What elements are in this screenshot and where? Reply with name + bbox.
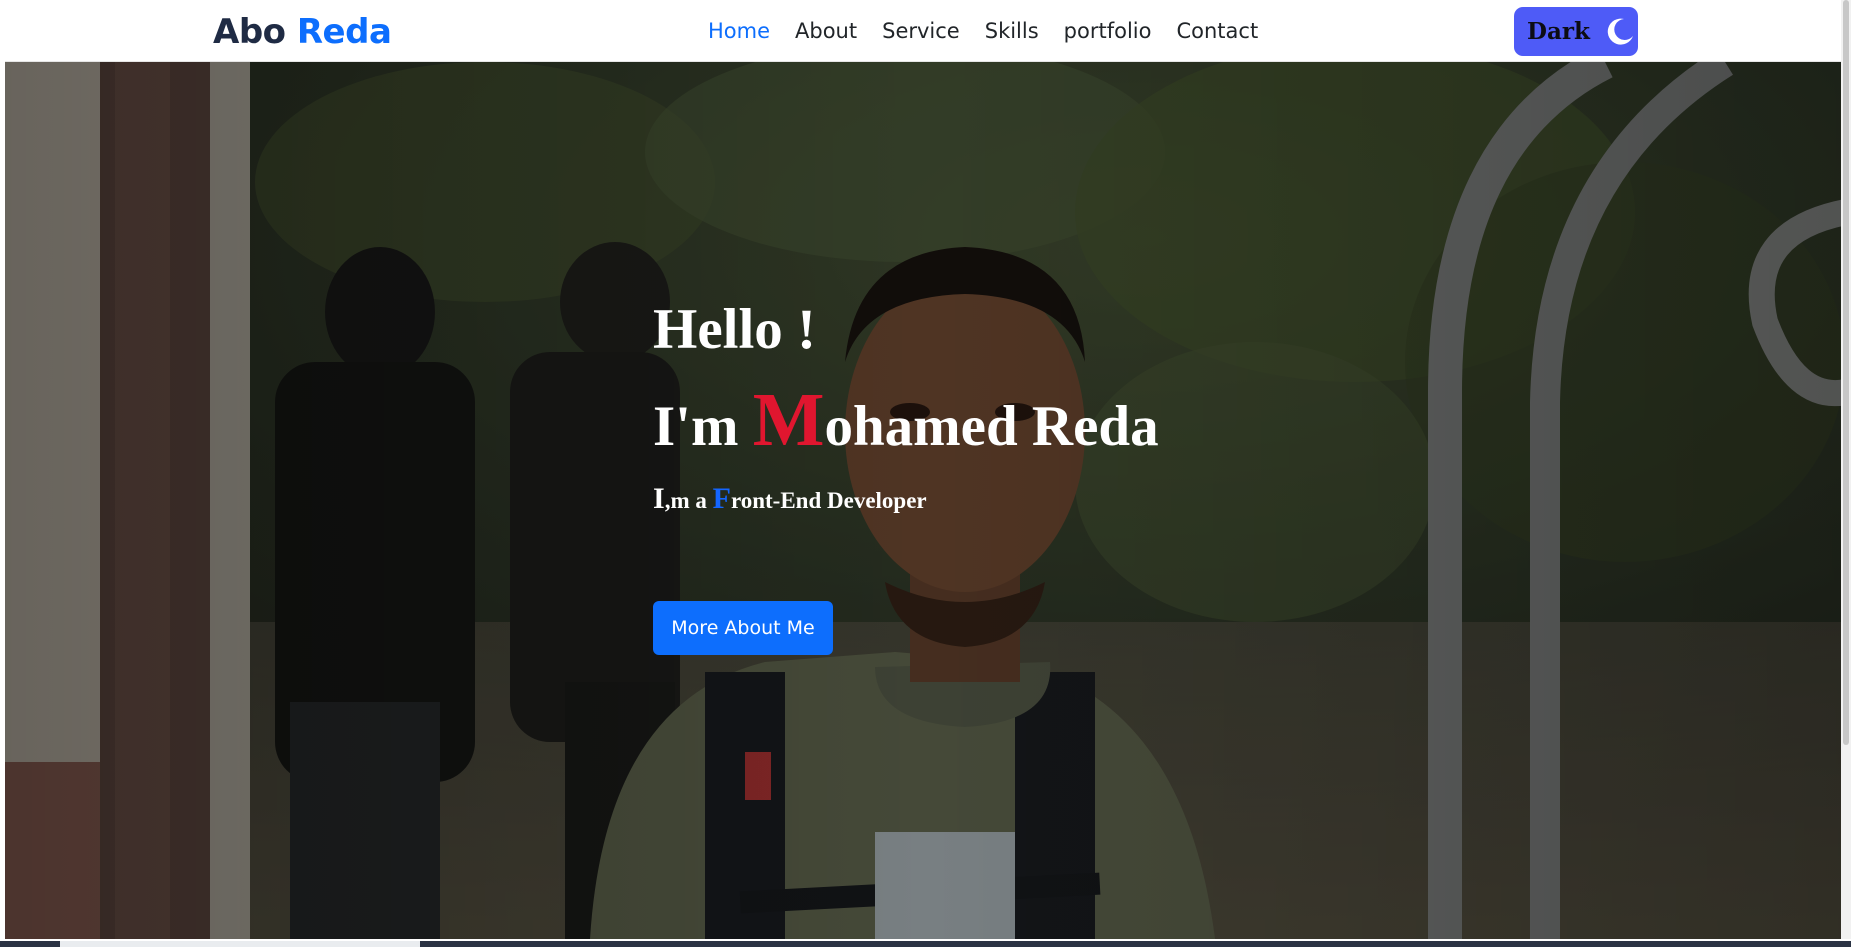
dark-mode-label: Dark (1527, 18, 1590, 45)
page: Abo Reda Home About Service Skills portf… (0, 0, 1851, 947)
hero-name: I'm Mohamed Reda (653, 382, 1159, 462)
hero-greeting: Hello ! (653, 298, 817, 361)
moon-icon (1607, 18, 1633, 45)
brand-first: Abo (213, 12, 286, 52)
more-about-me-button[interactable]: More About Me (653, 601, 833, 655)
role-rest: ront-End Developer (730, 488, 927, 513)
nav-link-service[interactable]: Service (870, 14, 973, 48)
scrollbar-thumb[interactable] (1843, 0, 1849, 745)
page-scrollbar[interactable] (1841, 0, 1851, 947)
nav-links: Home About Service Skills portfolio Cont… (708, 14, 1271, 48)
role-initial: F (712, 482, 731, 515)
taskbar-highlight (60, 941, 420, 947)
role-first: I (653, 482, 665, 515)
dark-mode-toggle[interactable]: Dark (1514, 7, 1638, 56)
nav-link-about[interactable]: About (783, 14, 870, 48)
hero-text: Hello ! I'm Mohamed Reda I,m a Front-End… (653, 297, 1159, 516)
brand-second: Reda (296, 12, 392, 52)
role-mid: ,m a (664, 488, 713, 513)
hero-role: I,m a Front-End Developer (653, 482, 1159, 516)
brand-logo[interactable]: Abo Reda (213, 10, 392, 54)
navbar: Abo Reda Home About Service Skills portf… (5, 0, 1845, 62)
name-initial: M (752, 378, 825, 462)
name-rest: ohamed Reda (824, 395, 1159, 458)
nav-link-portfolio[interactable]: portfolio (1051, 14, 1164, 48)
name-prefix: I'm (653, 395, 753, 458)
hero-section: Hello ! I'm Mohamed Reda I,m a Front-End… (5, 62, 1846, 939)
nav-link-home[interactable]: Home (708, 14, 783, 48)
nav-link-contact[interactable]: Contact (1164, 14, 1271, 48)
nav-link-skills[interactable]: Skills (972, 14, 1051, 48)
